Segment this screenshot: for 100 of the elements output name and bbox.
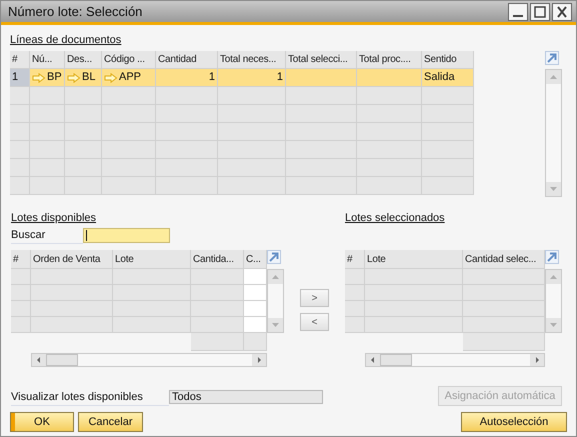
column-header[interactable]: Total selecci... (286, 51, 357, 69)
table-cell (10, 159, 30, 177)
cell-text: 1 (12, 70, 18, 86)
scroll-left-icon[interactable] (366, 354, 380, 366)
column-header[interactable]: Cantida... (191, 250, 244, 269)
table-cell (10, 177, 30, 195)
scroll-up-icon[interactable] (268, 270, 283, 284)
link-arrow-icon[interactable] (32, 72, 46, 82)
column-header[interactable]: Total neces... (218, 51, 286, 69)
scroll-right-icon[interactable] (530, 354, 544, 366)
cell-text: APP (119, 70, 142, 86)
expand-icon[interactable] (545, 250, 559, 264)
search-field[interactable] (83, 228, 170, 243)
column-header[interactable]: Lote (113, 250, 191, 269)
table-cell (102, 87, 156, 105)
table-cell (10, 141, 30, 159)
table-cell (191, 317, 244, 333)
minimize-icon[interactable] (508, 2, 528, 20)
link-arrow-icon[interactable] (104, 72, 118, 82)
scroll-thumb[interactable] (380, 354, 412, 366)
column-header[interactable]: Nú... (30, 51, 65, 69)
scroll-down-icon[interactable] (546, 318, 561, 332)
cell-text: Salida (424, 70, 455, 86)
column-header[interactable]: Orden de Venta (31, 250, 113, 269)
table-cell (11, 317, 31, 333)
table-cell (30, 87, 65, 105)
expand-icon[interactable] (545, 51, 559, 65)
dialog-button[interactable]: Cancelar (78, 412, 143, 432)
column-header[interactable]: Cantidad (156, 51, 218, 69)
table-cell (422, 177, 474, 195)
column-header[interactable]: C... (244, 250, 267, 269)
column-header[interactable]: Sentido (422, 51, 474, 69)
table-cell (11, 269, 31, 285)
window-title: Número lote: Selección (8, 2, 144, 21)
default-indicator (11, 413, 15, 431)
column-header[interactable]: # (345, 250, 365, 269)
column-header[interactable]: Código ... (102, 51, 156, 69)
cell-text: 1 (276, 70, 283, 86)
table-cell (11, 301, 31, 317)
section-title: Lotes seleccionados (345, 211, 446, 225)
close-icon[interactable] (552, 2, 572, 20)
table-cell (244, 269, 267, 285)
table-cell (286, 177, 357, 195)
table-cell (30, 177, 65, 195)
horizontal-scrollbar[interactable] (31, 353, 267, 367)
dialog-button[interactable]: OK (10, 412, 74, 432)
table-cell (244, 285, 267, 301)
table-cell (422, 87, 474, 105)
column-header[interactable]: Total proc.... (357, 51, 422, 69)
column-header[interactable]: Lote (365, 250, 463, 269)
table-cell (191, 301, 244, 317)
vertical-scrollbar[interactable] (545, 269, 562, 333)
vertical-scrollbar[interactable] (267, 269, 284, 333)
section-title: Líneas de documentos (10, 33, 122, 47)
table-cell (345, 317, 365, 333)
move-button[interactable]: > (300, 289, 329, 307)
dialog-button[interactable]: Autoselección (461, 412, 567, 432)
table-cell (218, 87, 286, 105)
cell-text: BP (47, 70, 62, 86)
column-header[interactable]: Des... (65, 51, 102, 69)
table-cell (345, 285, 365, 301)
table-cell (345, 269, 365, 285)
table-cell (191, 269, 244, 285)
table-cell (422, 159, 474, 177)
table-cell (244, 317, 267, 333)
table-cell (10, 105, 30, 123)
vertical-scrollbar[interactable] (545, 69, 562, 197)
table-cell (422, 123, 474, 141)
move-button[interactable]: < (300, 313, 329, 331)
horizontal-scrollbar[interactable] (365, 353, 545, 367)
scroll-down-icon[interactable] (546, 182, 561, 196)
table-cell (156, 177, 218, 195)
table-cell (65, 87, 102, 105)
column-header[interactable]: Cantidad selec... (463, 250, 545, 269)
table-cell (65, 177, 102, 195)
table-row[interactable]: 1 BP BL APP 1 1 Salida (10, 69, 474, 87)
table-cell (244, 301, 267, 317)
expand-icon[interactable] (267, 250, 281, 264)
scroll-up-icon[interactable] (546, 70, 561, 84)
scroll-thumb[interactable] (46, 354, 78, 366)
table-cell (191, 285, 244, 301)
link-arrow-icon[interactable] (67, 72, 81, 82)
table-cell (11, 285, 31, 301)
scroll-left-icon[interactable] (32, 354, 46, 366)
cell-text: BL (82, 70, 96, 86)
table-cell (102, 177, 156, 195)
table-cell (422, 141, 474, 159)
column-header[interactable]: # (10, 51, 30, 69)
column-header[interactable]: # (11, 250, 31, 269)
scroll-right-icon[interactable] (252, 354, 266, 366)
table-cell (345, 301, 365, 317)
scroll-down-icon[interactable] (268, 318, 283, 332)
table-cell (357, 177, 422, 195)
table-cell (422, 105, 474, 123)
maximize-icon[interactable] (530, 2, 550, 20)
table-cell (191, 333, 244, 351)
scroll-up-icon[interactable] (546, 270, 561, 284)
cell-text: 1 (208, 70, 215, 86)
filter-field[interactable]: Todos (169, 390, 323, 404)
table-cell (156, 87, 218, 105)
